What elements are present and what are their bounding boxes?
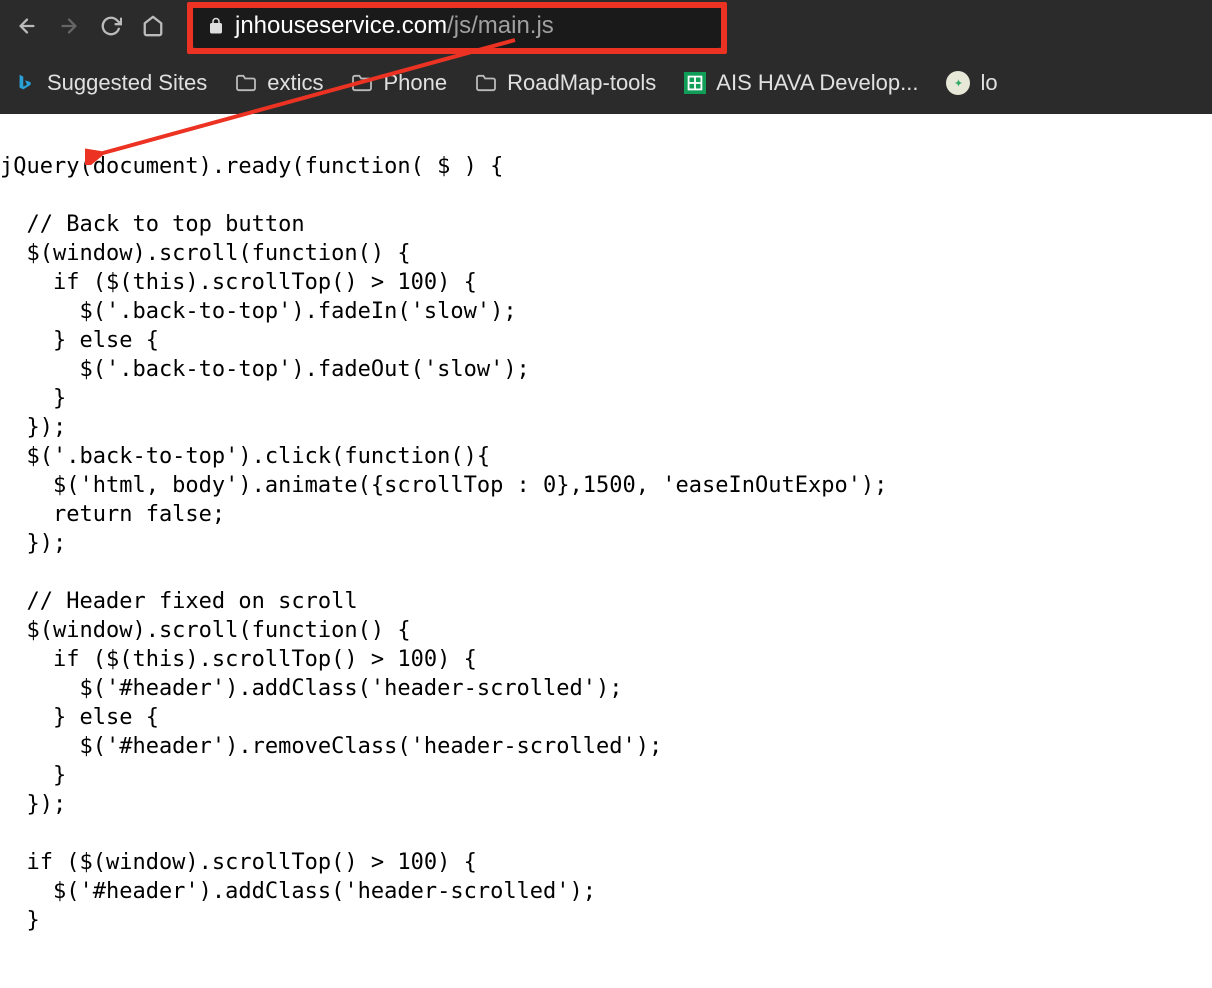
site-icon: ✦	[946, 71, 970, 95]
bookmark-lo[interactable]: ✦ lo	[946, 70, 997, 96]
sheets-icon	[684, 72, 706, 94]
bookmark-label: extics	[267, 70, 323, 96]
bing-icon	[15, 72, 37, 94]
bookmark-label: AIS HAVA Develop...	[716, 70, 918, 96]
reload-button[interactable]	[99, 14, 123, 38]
url-text: jnhouseservice.com/js/main.js	[235, 12, 554, 40]
home-button[interactable]	[141, 14, 165, 38]
bookmark-label: RoadMap-tools	[507, 70, 656, 96]
bookmark-phone[interactable]: Phone	[351, 70, 447, 96]
lock-icon	[207, 17, 225, 35]
bookmarks-bar: Suggested Sites extics Phone RoadMap-too…	[0, 52, 1212, 114]
folder-icon	[351, 74, 373, 92]
folder-icon	[475, 74, 497, 92]
address-bar-wrapper: jnhouseservice.com/js/main.js	[193, 4, 721, 48]
browser-toolbar: jnhouseservice.com/js/main.js	[0, 0, 1212, 52]
forward-button[interactable]	[57, 14, 81, 38]
address-bar[interactable]: jnhouseservice.com/js/main.js	[193, 4, 721, 48]
bookmark-label: Suggested Sites	[47, 70, 207, 96]
bookmark-label: lo	[980, 70, 997, 96]
bookmark-extics[interactable]: extics	[235, 70, 323, 96]
bookmark-suggested-sites[interactable]: Suggested Sites	[15, 70, 207, 96]
back-button[interactable]	[15, 14, 39, 38]
bookmark-roadmap-tools[interactable]: RoadMap-tools	[475, 70, 656, 96]
bookmark-ais-hava[interactable]: AIS HAVA Develop...	[684, 70, 918, 96]
source-code[interactable]: jQuery(document).ready(function( $ ) { /…	[0, 152, 1212, 935]
bookmark-label: Phone	[383, 70, 447, 96]
folder-icon	[235, 74, 257, 92]
page-content: jQuery(document).ready(function( $ ) { /…	[0, 114, 1212, 935]
